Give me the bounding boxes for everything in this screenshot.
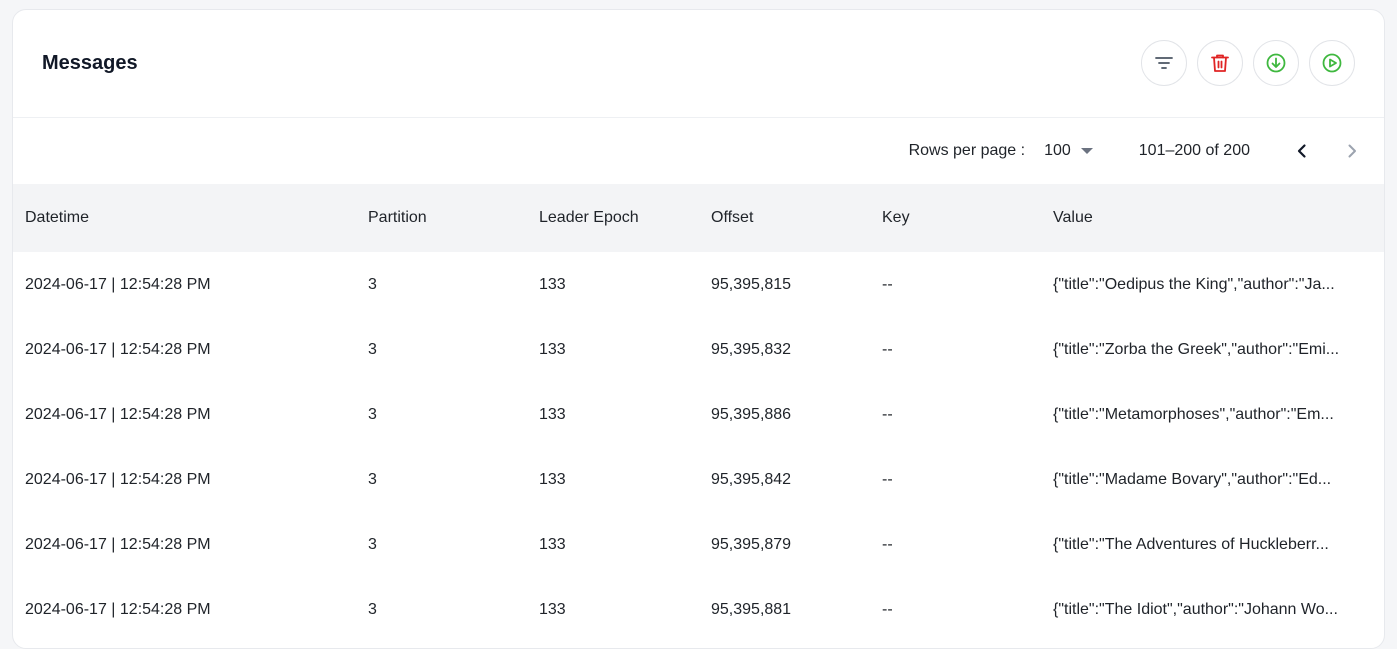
cell-offset: 95,395,815 [711, 275, 792, 293]
cell-value: {"title":"Metamorphoses","author":"Em... [1053, 405, 1334, 423]
delete-button[interactable] [1197, 39, 1243, 86]
cell-partition: 3 [368, 275, 377, 293]
cell-leader-epoch: 133 [539, 340, 566, 358]
chevron-left-icon [1297, 144, 1306, 158]
cell-key: -- [882, 470, 893, 488]
cell-value: {"title":"Zorba the Greek","author":"Emi… [1053, 340, 1340, 358]
cell-partition: 3 [368, 600, 377, 618]
download-button[interactable] [1253, 39, 1299, 86]
cell-datetime: 2024-06-17 | 12:54:28 PM [25, 275, 211, 293]
cell-partition: 3 [368, 405, 377, 423]
cell-offset: 95,395,886 [711, 405, 792, 423]
column-header-datetime[interactable]: Datetime [13, 184, 356, 252]
cell-partition: 3 [368, 470, 377, 488]
table-row[interactable]: 2024-06-17 | 12:54:28 PM 3 133 95,395,87… [13, 512, 1384, 577]
trash-icon [1211, 54, 1229, 72]
table-row[interactable]: 2024-06-17 | 12:54:28 PM 3 133 95,395,81… [13, 252, 1384, 317]
cell-offset: 95,395,879 [711, 535, 792, 553]
cell-leader-epoch: 133 [539, 470, 566, 488]
cell-value: {"title":"Madame Bovary","author":"Ed... [1053, 470, 1332, 488]
cell-value: {"title":"The Idiot","author":"Johann Wo… [1053, 600, 1338, 618]
previous-page-button[interactable] [1288, 137, 1316, 165]
cell-leader-epoch: 133 [539, 535, 566, 553]
cell-datetime: 2024-06-17 | 12:54:28 PM [25, 405, 211, 423]
cell-leader-epoch: 133 [539, 275, 566, 293]
cell-datetime: 2024-06-17 | 12:54:28 PM [25, 470, 211, 488]
action-toolbar [1141, 39, 1355, 86]
cell-partition: 3 [368, 340, 377, 358]
cell-leader-epoch: 133 [539, 600, 566, 618]
table-row[interactable]: 2024-06-17 | 12:54:28 PM 3 133 95,395,88… [13, 382, 1384, 447]
play-circle-icon [1322, 53, 1342, 72]
caret-down-icon [1080, 148, 1093, 154]
cell-datetime: 2024-06-17 | 12:54:28 PM [25, 535, 211, 553]
table-row[interactable]: 2024-06-17 | 12:54:28 PM 3 133 95,395,84… [13, 447, 1384, 512]
filter-button[interactable] [1141, 39, 1187, 86]
cell-offset: 95,395,832 [711, 340, 792, 358]
column-header-partition[interactable]: Partition [356, 184, 527, 252]
cell-value: {"title":"Oedipus the King","author":"Ja… [1053, 275, 1335, 293]
cell-key: -- [882, 535, 893, 553]
cell-value: {"title":"The Adventures of Huckleberr..… [1053, 535, 1329, 553]
column-header-leader-epoch[interactable]: Leader Epoch [527, 184, 699, 252]
cell-datetime: 2024-06-17 | 12:54:28 PM [25, 340, 211, 358]
cell-offset: 95,395,842 [711, 470, 792, 488]
pagination-bar: Rows per page : 100 101–200 of 200 [13, 118, 1384, 184]
table-header-row: Datetime Partition Leader Epoch Offset K… [13, 184, 1384, 252]
play-button[interactable] [1309, 39, 1355, 86]
rows-per-page-value: 100 [1044, 142, 1071, 159]
download-circle-icon [1266, 53, 1286, 72]
table-row[interactable]: 2024-06-17 | 12:54:28 PM 3 133 95,395,88… [13, 577, 1384, 642]
cell-leader-epoch: 133 [539, 405, 566, 423]
rows-per-page-select[interactable]: 100 [1044, 142, 1093, 160]
rows-per-page-label: Rows per page : [908, 142, 1026, 159]
column-header-value[interactable]: Value [1041, 184, 1384, 252]
chevron-right-icon [1348, 144, 1356, 158]
column-header-key[interactable]: Key [870, 184, 1041, 252]
cell-key: -- [882, 405, 893, 423]
cell-key: -- [882, 275, 893, 293]
cell-offset: 95,395,881 [711, 600, 792, 618]
cell-datetime: 2024-06-17 | 12:54:28 PM [25, 600, 211, 618]
card-header: Messages [13, 10, 1384, 118]
table-row[interactable]: 2024-06-17 | 12:54:28 PM 3 133 95,395,83… [13, 317, 1384, 382]
cell-partition: 3 [368, 535, 377, 553]
page-title: Messages [42, 52, 138, 74]
cell-key: -- [882, 600, 893, 618]
filter-icon [1155, 56, 1173, 69]
cell-key: -- [882, 340, 893, 358]
messages-table: Datetime Partition Leader Epoch Offset K… [13, 184, 1384, 642]
next-page-button[interactable] [1338, 137, 1366, 165]
messages-card: Messages Rows per page: 100 101–200 of … [12, 9, 1385, 649]
page-range: 101–200 of 200 [1138, 142, 1250, 159]
column-header-offset[interactable]: Offset [699, 184, 870, 252]
